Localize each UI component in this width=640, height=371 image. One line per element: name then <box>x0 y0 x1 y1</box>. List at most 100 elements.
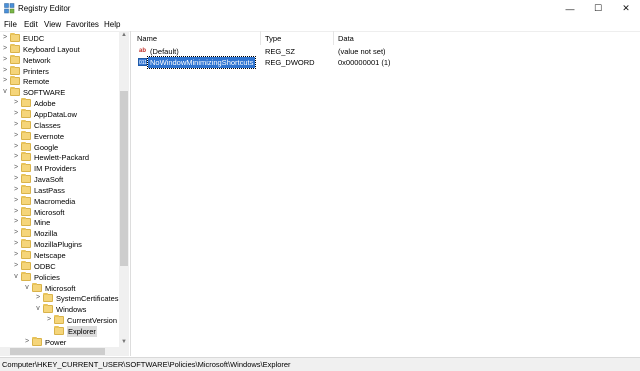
tree-vertical-scrollbar[interactable]: ▲ ▼ <box>119 31 129 356</box>
tree-item[interactable]: > Adobe <box>0 98 120 109</box>
tree-item[interactable]: Explorer <box>0 325 120 337</box>
value-row-default[interactable]: ab (Default) REG_SZ (value not set) <box>133 46 640 57</box>
folder-icon <box>21 228 31 238</box>
tree-item-label: Google <box>34 142 59 152</box>
chevron-right-icon[interactable]: > <box>13 121 19 129</box>
chevron-right-icon[interactable]: > <box>13 175 19 183</box>
folder-icon <box>32 282 42 292</box>
folder-icon <box>10 87 20 97</box>
chevron-right-icon[interactable]: > <box>24 338 30 346</box>
maximize-button[interactable]: ☐ <box>584 0 612 17</box>
column-separator[interactable] <box>333 31 334 45</box>
value-name-edit-field[interactable]: NoWindowMinimizingShortcuts <box>146 56 257 69</box>
column-header-name[interactable]: Name <box>137 34 157 46</box>
chevron-right-icon[interactable]: > <box>13 218 19 226</box>
tree-item[interactable]: > IM Providers <box>0 163 120 174</box>
key-path: Computer\HKEY_CURRENT_USER\SOFTWARE\Poli… <box>2 360 291 369</box>
chevron-right-icon[interactable]: > <box>2 67 8 75</box>
tree-item[interactable]: > SystemCertificates <box>0 293 120 304</box>
value-row-nowindowminimizingshortcuts[interactable]: 011 NoWindowMinimizingShortcuts REG_DWOR… <box>133 56 640 69</box>
tree-item-label: Evernote <box>34 131 65 141</box>
chevron-right-icon[interactable]: > <box>2 34 8 42</box>
chevron-right-icon[interactable]: > <box>2 77 8 85</box>
folder-icon <box>21 98 31 108</box>
close-button[interactable]: ✕ <box>612 0 640 17</box>
tree-item[interactable]: > EUDC <box>0 33 120 44</box>
chevron-right-icon[interactable]: > <box>13 110 19 118</box>
folder-icon <box>21 119 31 129</box>
tree-item-label: Hewlett-Packard <box>34 153 90 163</box>
value-type: REG_SZ <box>265 47 296 56</box>
chevron-right-icon[interactable]: > <box>46 316 52 324</box>
chevron-right-icon[interactable]: > <box>13 143 19 151</box>
menu-help[interactable]: Help <box>104 20 120 29</box>
folder-icon <box>21 195 31 205</box>
tree-item[interactable]: > Remote <box>0 76 120 87</box>
minimize-button[interactable]: — <box>556 0 584 17</box>
chevron-down-icon[interactable]: v <box>2 88 8 96</box>
tree-horizontal-scrollbar[interactable] <box>0 347 119 356</box>
column-header-type[interactable]: Type <box>265 34 281 46</box>
chevron-right-icon[interactable]: > <box>13 262 19 270</box>
tree-item[interactable]: > Printers <box>0 65 120 77</box>
chevron-right-icon[interactable]: > <box>13 229 19 237</box>
tree-item[interactable]: > Mozilla <box>0 228 120 239</box>
value-name: (Default) <box>150 47 179 56</box>
chevron-down-icon[interactable]: v <box>35 305 41 313</box>
scroll-down-arrow-icon[interactable]: ▼ <box>119 338 129 347</box>
tree-item[interactable]: > ODBC <box>0 260 120 272</box>
chevron-right-icon[interactable]: > <box>13 197 19 205</box>
chevron-right-icon[interactable]: > <box>13 251 19 259</box>
registry-key-tree[interactable]: > EUDC > Keyboard Layout > Network > Printers > R… <box>0 31 131 356</box>
folder-icon <box>21 108 31 118</box>
chevron-right-icon[interactable]: > <box>13 153 19 161</box>
menu-edit[interactable]: Edit <box>24 20 38 29</box>
title-bar: Registry Editor — ☐ ✕ <box>0 0 640 17</box>
chevron-right-icon[interactable]: > <box>2 56 8 64</box>
chevron-right-icon[interactable]: > <box>13 240 19 248</box>
menu-view[interactable]: View <box>44 20 61 29</box>
menu-file[interactable]: File <box>4 20 17 29</box>
tree-item[interactable]: > Macromedia <box>0 195 120 207</box>
chevron-down-icon[interactable]: v <box>13 273 19 281</box>
tree-item[interactable]: v Policies <box>0 271 120 283</box>
chevron-right-icon[interactable]: > <box>13 186 19 194</box>
chevron-down-icon[interactable]: v <box>24 284 30 292</box>
tree-item[interactable]: v SOFTWARE <box>0 87 120 98</box>
chevron-right-icon[interactable]: > <box>13 164 19 172</box>
column-header-data[interactable]: Data <box>338 34 354 46</box>
tree-item[interactable]: > MozillaPlugins <box>0 239 120 250</box>
tree-item[interactable]: > Network <box>0 54 120 66</box>
scroll-up-arrow-icon[interactable]: ▲ <box>119 31 129 40</box>
tree-item-label: Mine <box>34 218 51 228</box>
folder-icon <box>54 325 64 335</box>
tree-item[interactable]: > Evernote <box>0 130 120 142</box>
tree-item[interactable]: > Mine <box>0 217 120 228</box>
chevron-right-icon[interactable]: > <box>2 45 8 53</box>
tree-item[interactable]: > Hewlett-Packard <box>0 152 120 163</box>
tree-item[interactable]: > JavaSoft <box>0 174 120 185</box>
maximize-icon: ☐ <box>593 3 603 13</box>
tree-item[interactable]: > AppDataLow <box>0 108 120 120</box>
tree-item[interactable]: > Classes <box>0 119 120 131</box>
chevron-right-icon[interactable]: > <box>35 294 41 302</box>
tree-item[interactable]: > LastPass <box>0 184 120 196</box>
status-bar: Computer\HKEY_CURRENT_USER\SOFTWARE\Poli… <box>0 357 640 371</box>
tree-item-label: Microsoft <box>45 283 76 293</box>
tree-item[interactable]: v Microsoft <box>0 282 120 294</box>
chevron-right-icon[interactable]: > <box>13 99 19 107</box>
tree-scroll-thumb[interactable] <box>120 91 128 266</box>
menu-favorites[interactable]: Favorites <box>66 20 99 29</box>
chevron-right-icon[interactable]: > <box>13 132 19 140</box>
tree-item[interactable]: > CurrentVersion <box>0 315 120 326</box>
tree-item[interactable]: v Windows <box>0 304 120 315</box>
tree-item[interactable]: > Microsoft <box>0 206 120 218</box>
tree-item[interactable]: > Netscape <box>0 250 120 261</box>
tree-hscroll-thumb[interactable] <box>10 348 105 355</box>
tree-item-label: SOFTWARE <box>23 88 66 98</box>
column-separator[interactable] <box>260 31 261 45</box>
tree-item[interactable]: > Google <box>0 141 120 153</box>
tree-item[interactable]: > Keyboard Layout <box>0 43 120 55</box>
chevron-right-icon[interactable]: > <box>13 208 19 216</box>
tree-item-label: MozillaPlugins <box>34 240 82 250</box>
